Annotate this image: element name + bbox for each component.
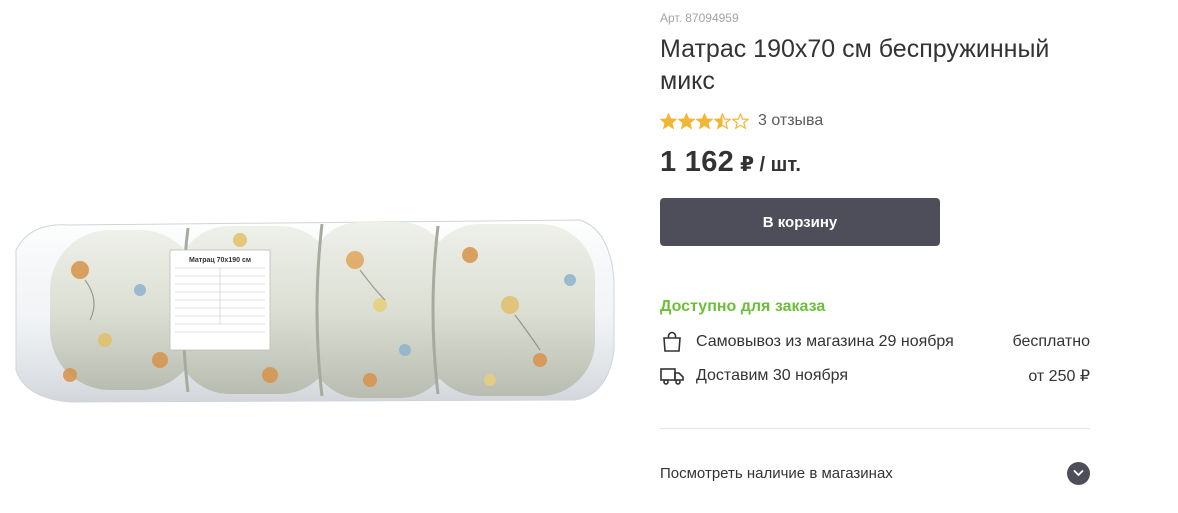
product-price: 1 162 ₽ / шт. [660, 146, 801, 179]
shopping-bag-icon [660, 330, 684, 354]
product-sku: Арт. 87094959 [660, 11, 739, 25]
store-availability-label: Посмотреть наличие в магазинах [660, 464, 893, 482]
rating-stars [660, 112, 749, 130]
availability-status: Доступно для заказа [660, 298, 826, 315]
delivery-option-pickup: Самовывоз из магазина 29 ноября бесплатн… [660, 330, 1090, 354]
chevron-down-icon[interactable] [1067, 461, 1090, 485]
product-rating[interactable]: 3 отзыва [660, 111, 823, 131]
product-gallery: Матрац 70х190 см [0, 0, 630, 513]
truck-icon [660, 364, 684, 388]
courier-cost: от 250 ₽ [1028, 368, 1090, 385]
star-empty-icon [732, 112, 749, 129]
price-unit: ₽ / шт. [740, 154, 801, 176]
star-full-icon [660, 112, 677, 129]
add-to-cart-button[interactable]: В корзину [660, 198, 940, 246]
pickup-cost: бесплатно [1012, 333, 1091, 350]
product-title: Матрас 190х70 см беспружинный микс [660, 35, 1050, 95]
label-title: Матрац 70х190 см [189, 257, 251, 264]
pickup-label: Самовывоз из магазина 29 ноября [696, 333, 954, 350]
store-availability-toggle[interactable]: Посмотреть наличие в магазинах [660, 460, 1090, 486]
product-info: Арт. 87094959 Матрас 190х70 см беспружин… [660, 0, 1092, 513]
star-full-icon [678, 112, 695, 129]
star-half-icon [714, 112, 731, 129]
section-divider [660, 428, 1090, 429]
price-value: 1 162 [660, 146, 735, 178]
product-image[interactable]: Матрац 70х190 см [10, 210, 620, 410]
delivery-option-courier: Доставим 30 ноября от 250 ₽ [660, 364, 1090, 388]
star-full-icon [696, 112, 713, 129]
reviews-link[interactable]: 3 отзыва [758, 112, 823, 130]
courier-label: Доставим 30 ноября [696, 367, 849, 384]
